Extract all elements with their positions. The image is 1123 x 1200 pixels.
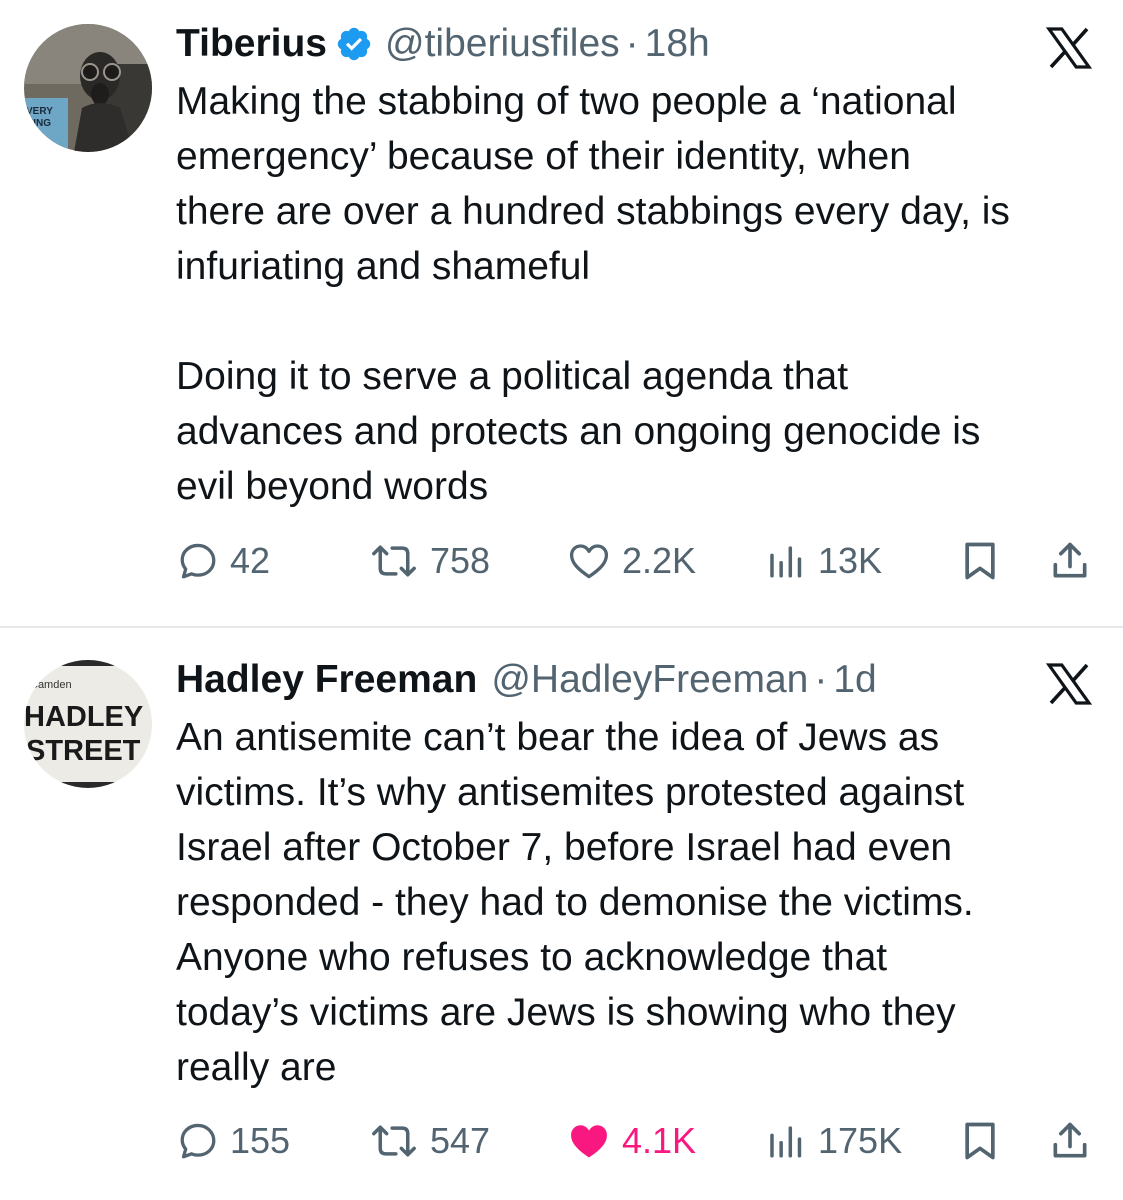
views-button[interactable]: 13K [764, 536, 882, 586]
x-logo-icon [1045, 663, 1093, 705]
tweet-card[interactable]: Camden HADLEY STREET Hadley Freeman @Had… [0, 628, 1123, 1200]
author-handle[interactable]: @tiberiusfiles [385, 22, 620, 66]
share-icon [1053, 1122, 1087, 1158]
retweet-button[interactable]: 758 [368, 536, 490, 586]
like-count: 2.2K [622, 540, 697, 581]
avatar-book-text-1: VERY [26, 106, 53, 117]
tweet-header: Tiberius @tiberiusfiles · 18h [176, 22, 710, 66]
share-button[interactable] [1048, 536, 1092, 586]
verified-badge-icon [337, 27, 371, 61]
reply-icon [180, 1123, 216, 1159]
avatar[interactable]: Camden HADLEY STREET [24, 660, 152, 788]
avatar-book-text-3: ED [30, 140, 44, 151]
tweet-actions: 42 758 2.2K 13K [0, 536, 1123, 586]
views-icon [770, 546, 802, 578]
share-button[interactable] [1048, 1116, 1092, 1166]
views-icon [770, 1126, 802, 1158]
avatar-book-text-2: HING [26, 118, 51, 129]
retweet-icon [372, 1125, 416, 1157]
reply-count: 42 [230, 540, 271, 581]
separator-dot: · [625, 22, 639, 65]
reply-icon [180, 543, 216, 579]
views-count: 175K [818, 1120, 903, 1161]
tweet-timestamp[interactable]: 1d [833, 658, 876, 702]
avatar-image: VERY HING ED [24, 24, 152, 152]
avatar-sign-camden: Camden [30, 679, 72, 691]
tweet-actions: 155 547 4.1K 175K [0, 1116, 1123, 1166]
bookmark-icon [965, 1122, 995, 1160]
reply-button[interactable]: 155 [176, 1116, 290, 1166]
author-handle[interactable]: @HadleyFreeman [491, 658, 808, 702]
avatar-sign-hadley: HADLEY [24, 701, 143, 733]
tweet-header: Hadley Freeman @HadleyFreeman · 1d [176, 658, 877, 702]
tweet-card[interactable]: VERY HING ED Tiberius @tiberiusfiles · 1… [0, 0, 1123, 626]
bookmark-button[interactable] [958, 536, 1002, 586]
reply-count: 155 [230, 1120, 291, 1161]
like-button[interactable]: 4.1K [566, 1116, 696, 1166]
retweet-count: 758 [430, 540, 491, 581]
reply-button[interactable]: 42 [176, 536, 270, 586]
like-count: 4.1K [622, 1120, 697, 1161]
tweet-timestamp[interactable]: 18h [645, 22, 710, 66]
tweet-text: An antisemite can’t bear the idea of Jew… [176, 716, 974, 1089]
bookmark-button[interactable] [958, 1116, 1002, 1166]
avatar[interactable]: VERY HING ED [24, 24, 152, 152]
heart-icon [569, 544, 609, 579]
bookmark-icon [965, 542, 995, 580]
like-button[interactable]: 2.2K [566, 536, 696, 586]
views-button[interactable]: 175K [764, 1116, 902, 1166]
tweet-text: Making the stabbing of two people a ‘nat… [176, 80, 1010, 508]
share-icon [1053, 542, 1087, 578]
views-count: 13K [818, 540, 883, 581]
author-name[interactable]: Hadley Freeman [176, 658, 477, 702]
retweet-icon [372, 545, 416, 577]
retweet-count: 547 [430, 1120, 491, 1161]
avatar-sign-street: STREET [26, 735, 141, 767]
x-logo-icon [1045, 27, 1093, 69]
retweet-button[interactable]: 547 [368, 1116, 490, 1166]
heart-filled-icon [571, 1125, 607, 1158]
avatar-image: Camden HADLEY STREET [24, 660, 152, 788]
author-name[interactable]: Tiberius [176, 22, 327, 66]
separator-dot: · [814, 658, 828, 701]
